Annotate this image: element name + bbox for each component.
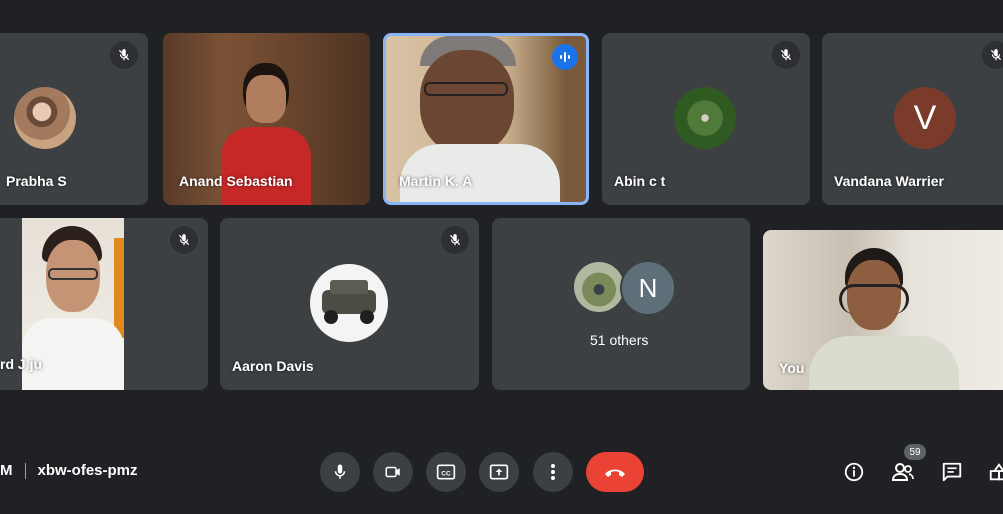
mic-off-icon [441,226,469,254]
svg-text:CC: CC [441,470,451,477]
camera-icon [385,466,400,478]
participant-avatar [14,87,76,149]
participant-tile-richard[interactable]: rd J ju [0,218,208,390]
people-button[interactable] [889,458,917,486]
speaking-indicator-icon [552,44,578,70]
mic-off-icon [772,41,800,69]
meeting-info-button[interactable] [840,458,868,486]
participant-name: Vandana Warrier [834,173,944,189]
participant-name: rd J ju [0,356,43,372]
participant-count-badge: 59 [904,444,926,460]
participant-name: Aaron Davis [232,358,314,374]
present-screen-button[interactable] [479,452,519,492]
end-call-button[interactable] [586,452,644,492]
mic-off-icon [110,41,138,69]
participant-avatar [674,87,736,149]
others-avatar-photo [574,262,624,312]
meeting-code: xbw-ofes-pmz [37,462,138,479]
chat-button[interactable] [938,458,966,486]
participant-tile-prabha[interactable]: Prabha S [0,33,148,205]
info-icon [844,462,864,482]
more-options-icon [551,464,555,480]
meeting-time: M [0,462,13,479]
participant-name: Martin K. A [399,173,473,189]
activities-button[interactable] [985,458,1003,486]
participant-avatar [310,264,388,342]
participant-name: Prabha S [6,173,67,189]
participant-avatar: V [894,87,956,149]
mic-off-icon [170,226,198,254]
participant-name: Abin c t [614,173,666,189]
participant-name: You [779,360,805,376]
participant-tile-aaron[interactable]: Aaron Davis [220,218,479,390]
participant-name: Anand Sebastian [179,173,293,189]
end-call-icon [605,469,625,477]
more-options-button[interactable] [533,452,573,492]
others-tile[interactable]: N 51 others [492,218,750,390]
people-icon [891,463,914,481]
participant-tile-vandana[interactable]: V Vandana Warrier [822,33,1003,205]
divider [24,463,26,480]
captions-icon: CC [436,464,456,480]
participant-tile-anand[interactable]: Anand Sebastian [163,33,370,205]
self-video [809,244,959,390]
chat-icon [942,462,962,482]
others-avatar-initial: N [620,260,676,316]
microphone-icon [334,464,346,479]
participant-tile-martin[interactable]: Martin K. A [383,33,589,205]
present-screen-icon [489,464,509,480]
camera-button[interactable] [373,452,413,492]
participant-tile-self[interactable]: You [763,230,1003,390]
meeting-details: Mxbw-ofes-pmz [0,462,138,480]
participant-tile-abin[interactable]: Abin c t [602,33,810,205]
captions-button[interactable]: CC [426,452,466,492]
others-count-label: 51 others [590,332,649,348]
activities-icon [989,463,1003,481]
mic-off-icon [982,41,1003,69]
microphone-button[interactable] [320,452,360,492]
